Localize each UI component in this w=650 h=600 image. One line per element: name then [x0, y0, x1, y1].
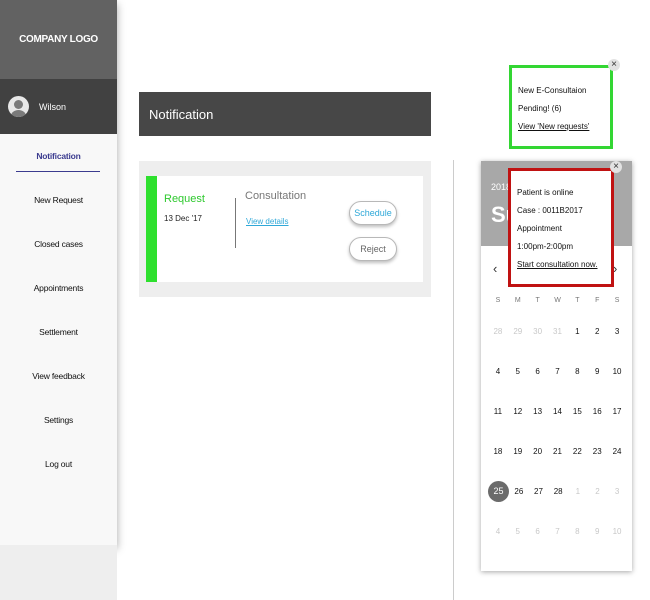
weekday-label: T: [535, 296, 540, 304]
page-title: Notification: [149, 106, 214, 122]
request-date: 13 Dec '17: [164, 214, 202, 223]
popup-message: Patient is online: [517, 188, 574, 197]
weekday-row: S M T W T F S: [488, 289, 627, 311]
start-consultation-link[interactable]: Start consultation now.: [517, 256, 611, 274]
sidebar-item-log-out[interactable]: Log out: [0, 442, 117, 486]
weekday-label: T: [575, 296, 580, 304]
calendar-day[interactable]: 16: [588, 402, 607, 421]
calendar-day[interactable]: 13: [528, 402, 547, 421]
calendar-day[interactable]: 4: [488, 522, 507, 541]
calendar-day[interactable]: 4: [488, 362, 507, 381]
calendar-day[interactable]: 7: [548, 522, 567, 541]
company-logo-text: COMPANY LOGO: [19, 34, 98, 45]
calendar-week: 4 5 6 7 8 9 10: [488, 351, 627, 391]
popup-message: New E-Consultaion: [518, 86, 587, 95]
calendar-grid: S M T W T F S 28 29 30 31 1 2 3 4 5 6 7 …: [488, 289, 627, 551]
calendar-day[interactable]: 10: [608, 522, 627, 541]
reject-button[interactable]: Reject: [349, 237, 397, 261]
calendar-day[interactable]: 28: [488, 322, 507, 341]
calendar-day[interactable]: 14: [548, 402, 567, 421]
calendar-week: 25 26 27 28 1 2 3: [488, 471, 627, 511]
weekday-label: S: [614, 296, 620, 304]
sidebar-footer-band: [0, 545, 117, 600]
calendar-day[interactable]: 19: [508, 442, 527, 461]
avatar-icon: [8, 96, 29, 117]
calendar-week: 18 19 20 21 22 23 24: [488, 431, 627, 471]
notification-list: Request 13 Dec '17 Consultation View det…: [139, 161, 431, 297]
sidebar-item-settlement[interactable]: Settlement: [0, 310, 117, 354]
calendar-day[interactable]: 7: [548, 362, 567, 381]
calendar-day[interactable]: 6: [528, 362, 547, 381]
chevron-left-icon[interactable]: ‹: [493, 261, 497, 276]
sidebar-menu: Notification New Request Closed cases Ap…: [0, 134, 117, 486]
schedule-button[interactable]: Schedule: [349, 201, 397, 225]
user-name: Wilson: [39, 101, 67, 112]
patient-online-popup: Patient is online Case : 0011B2017 Appoi…: [508, 168, 614, 287]
sidebar-item-new-request[interactable]: New Request: [0, 178, 117, 222]
calendar-day-selected[interactable]: 25: [488, 480, 509, 502]
calendar-day[interactable]: 21: [548, 442, 567, 461]
calendar-day[interactable]: 5: [508, 522, 527, 541]
vertical-divider: [453, 160, 454, 600]
calendar-day[interactable]: 27: [529, 482, 548, 501]
weekday-label: W: [554, 296, 561, 304]
calendar-day[interactable]: 17: [608, 402, 627, 421]
calendar-day[interactable]: 12: [508, 402, 527, 421]
view-new-requests-link[interactable]: View 'New requests': [518, 118, 610, 136]
page-title-bar: Notification: [139, 92, 431, 136]
view-details-link[interactable]: View details: [246, 217, 289, 226]
close-icon[interactable]: ×: [608, 59, 620, 71]
appointment-time: 1:00pm-2:00pm: [517, 242, 574, 251]
calendar-day[interactable]: 31: [548, 322, 567, 341]
weekday-label: M: [514, 296, 521, 304]
new-consultation-popup: New E-Consultaion Pending! (6) View 'New…: [509, 65, 613, 149]
calendar-week: 11 12 13 14 15 16 17: [488, 391, 627, 431]
calendar-day[interactable]: 1: [568, 322, 587, 341]
calendar-week: 4 5 6 7 8 9 10: [488, 511, 627, 551]
company-logo: COMPANY LOGO: [0, 0, 117, 79]
calendar-day[interactable]: 28: [549, 482, 568, 501]
weekday-label: S: [495, 296, 501, 304]
calendar-day[interactable]: 8: [568, 522, 587, 541]
calendar-day[interactable]: 22: [568, 442, 587, 461]
calendar-day[interactable]: 23: [588, 442, 607, 461]
calendar-day[interactable]: 30: [528, 322, 547, 341]
sidebar-item-settings[interactable]: Settings: [0, 398, 117, 442]
popup-pending-count: Pending! (6): [518, 104, 562, 113]
calendar-day[interactable]: 15: [568, 402, 587, 421]
calendar-day[interactable]: 29: [508, 322, 527, 341]
calendar-day[interactable]: 20: [528, 442, 547, 461]
case-number: Case : 0011B2017: [517, 206, 583, 215]
close-icon[interactable]: ×: [610, 161, 622, 173]
sidebar-item-appointments[interactable]: Appointments: [0, 266, 117, 310]
sidebar: COMPANY LOGO Wilson Notification New Req…: [0, 0, 117, 545]
sidebar-item-notification[interactable]: Notification: [0, 134, 117, 178]
calendar-day[interactable]: 18: [488, 442, 507, 461]
calendar-day[interactable]: 3: [608, 482, 627, 501]
weekday-label: F: [595, 296, 600, 304]
calendar-day[interactable]: 6: [528, 522, 547, 541]
request-label: Request: [164, 193, 205, 205]
calendar-day[interactable]: 2: [588, 482, 607, 501]
calendar-week: 28 29 30 31 1 2 3: [488, 311, 627, 351]
sidebar-item-view-feedback[interactable]: View feedback: [0, 354, 117, 398]
calendar-day[interactable]: 10: [608, 362, 627, 381]
calendar-day[interactable]: 24: [608, 442, 627, 461]
notification-card: Request 13 Dec '17 Consultation View det…: [146, 176, 423, 282]
calendar-day[interactable]: 1: [568, 482, 587, 501]
calendar-day[interactable]: 2: [588, 322, 607, 341]
appointment-label: Appointment: [517, 224, 562, 233]
status-strip: [146, 176, 157, 282]
calendar-day[interactable]: 3: [608, 322, 627, 341]
sidebar-item-closed-cases[interactable]: Closed cases: [0, 222, 117, 266]
calendar-day[interactable]: 9: [588, 362, 607, 381]
calendar-day[interactable]: 26: [509, 482, 528, 501]
calendar-day[interactable]: 5: [508, 362, 527, 381]
user-profile[interactable]: Wilson: [0, 79, 117, 134]
calendar-day[interactable]: 11: [488, 402, 507, 421]
card-divider: [235, 198, 236, 248]
calendar-day[interactable]: 9: [588, 522, 607, 541]
calendar-day[interactable]: 8: [568, 362, 587, 381]
consultation-label: Consultation: [245, 190, 307, 202]
